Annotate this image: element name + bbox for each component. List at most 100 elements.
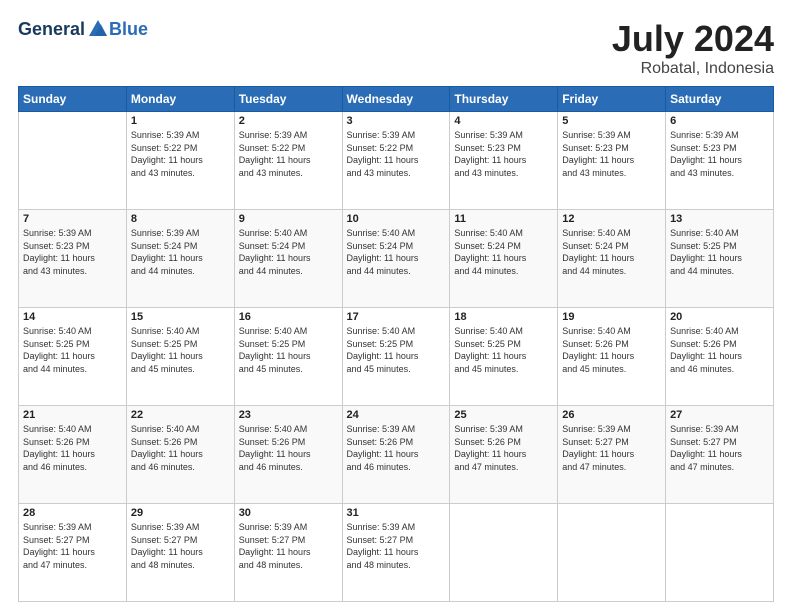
day-number: 3 <box>347 115 446 127</box>
cell-content: Sunrise: 5:40 AM Sunset: 5:25 PM Dayligh… <box>670 227 769 277</box>
day-number: 13 <box>670 213 769 225</box>
calendar-cell: 23 Sunrise: 5:40 AM Sunset: 5:26 PM Dayli… <box>234 406 342 504</box>
day-number: 15 <box>131 311 230 323</box>
cell-content: Sunrise: 5:39 AM Sunset: 5:24 PM Dayligh… <box>131 227 230 277</box>
calendar-cell: 26 Sunrise: 5:39 AM Sunset: 5:27 PM Dayli… <box>558 406 666 504</box>
logo-icon <box>87 18 109 40</box>
calendar-week-5: 28 Sunrise: 5:39 AM Sunset: 5:27 PM Dayli… <box>19 504 774 602</box>
day-number: 16 <box>239 311 338 323</box>
day-number: 27 <box>670 409 769 421</box>
calendar-cell: 29Sunrise: 5:39 AM Sunset: 5:27 PM Dayli… <box>126 504 234 602</box>
cell-content: Sunrise: 5:40 AM Sunset: 5:24 PM Dayligh… <box>454 227 553 277</box>
calendar-cell: 4 Sunrise: 5:39 AM Sunset: 5:23 PM Daylig… <box>450 112 558 210</box>
location: Robatal, Indonesia <box>612 60 774 78</box>
calendar-cell <box>558 504 666 602</box>
calendar-cell: 7 Sunrise: 5:39 AM Sunset: 5:23 PM Daylig… <box>19 210 127 308</box>
day-header-thursday: Thursday <box>450 87 558 112</box>
cell-content: Sunrise: 5:39 AM Sunset: 5:26 PM Dayligh… <box>454 423 553 473</box>
calendar-cell: 11Sunrise: 5:40 AM Sunset: 5:24 PM Dayli… <box>450 210 558 308</box>
day-number: 4 <box>454 115 553 127</box>
calendar-week-2: 7 Sunrise: 5:39 AM Sunset: 5:23 PM Daylig… <box>19 210 774 308</box>
cell-content: Sunrise: 5:39 AM Sunset: 5:23 PM Dayligh… <box>454 129 553 179</box>
day-number: 23 <box>239 409 338 421</box>
day-number: 8 <box>131 213 230 225</box>
calendar-cell <box>19 112 127 210</box>
day-number: 28 <box>23 507 122 519</box>
cell-content: Sunrise: 5:39 AM Sunset: 5:27 PM Dayligh… <box>23 521 122 571</box>
cell-content: Sunrise: 5:40 AM Sunset: 5:26 PM Dayligh… <box>23 423 122 473</box>
day-number: 12 <box>562 213 661 225</box>
day-header-monday: Monday <box>126 87 234 112</box>
calendar-cell: 28 Sunrise: 5:39 AM Sunset: 5:27 PM Dayli… <box>19 504 127 602</box>
calendar-cell: 30 Sunrise: 5:39 AM Sunset: 5:27 PM Dayli… <box>234 504 342 602</box>
calendar-cell: 19 Sunrise: 5:40 AM Sunset: 5:26 PM Dayli… <box>558 308 666 406</box>
page: General Blue July 2024 Robatal, Indonesi… <box>0 0 792 612</box>
cell-content: Sunrise: 5:40 AM Sunset: 5:25 PM Dayligh… <box>239 325 338 375</box>
calendar-cell: 17Sunrise: 5:40 AM Sunset: 5:25 PM Dayli… <box>342 308 450 406</box>
calendar-cell: 6 Sunrise: 5:39 AM Sunset: 5:23 PM Daylig… <box>666 112 774 210</box>
calendar-cell: 8 Sunrise: 5:39 AM Sunset: 5:24 PM Daylig… <box>126 210 234 308</box>
calendar-table: SundayMondayTuesdayWednesdayThursdayFrid… <box>18 86 774 602</box>
cell-content: Sunrise: 5:39 AM Sunset: 5:23 PM Dayligh… <box>670 129 769 179</box>
logo-general-text: General <box>18 19 85 40</box>
logo: General Blue <box>18 18 148 40</box>
calendar-cell: 24Sunrise: 5:39 AM Sunset: 5:26 PM Dayli… <box>342 406 450 504</box>
calendar-cell: 10 Sunrise: 5:40 AM Sunset: 5:24 PM Dayli… <box>342 210 450 308</box>
day-number: 17 <box>347 311 446 323</box>
calendar-cell: 5Sunrise: 5:39 AM Sunset: 5:23 PM Daylig… <box>558 112 666 210</box>
calendar-cell: 18 Sunrise: 5:40 AM Sunset: 5:25 PM Dayli… <box>450 308 558 406</box>
cell-content: Sunrise: 5:39 AM Sunset: 5:27 PM Dayligh… <box>131 521 230 571</box>
calendar-cell: 25Sunrise: 5:39 AM Sunset: 5:26 PM Dayli… <box>450 406 558 504</box>
cell-content: Sunrise: 5:40 AM Sunset: 5:24 PM Dayligh… <box>239 227 338 277</box>
cell-content: Sunrise: 5:39 AM Sunset: 5:22 PM Dayligh… <box>131 129 230 179</box>
cell-content: Sunrise: 5:40 AM Sunset: 5:25 PM Dayligh… <box>23 325 122 375</box>
day-number: 26 <box>562 409 661 421</box>
month-title: July 2024 <box>612 18 774 60</box>
calendar-header-row: SundayMondayTuesdayWednesdayThursdayFrid… <box>19 87 774 112</box>
day-number: 5 <box>562 115 661 127</box>
calendar-cell: 12 Sunrise: 5:40 AM Sunset: 5:24 PM Dayli… <box>558 210 666 308</box>
calendar-cell: 2 Sunrise: 5:39 AM Sunset: 5:22 PM Daylig… <box>234 112 342 210</box>
calendar-cell: 22Sunrise: 5:40 AM Sunset: 5:26 PM Dayli… <box>126 406 234 504</box>
day-number: 2 <box>239 115 338 127</box>
cell-content: Sunrise: 5:39 AM Sunset: 5:27 PM Dayligh… <box>562 423 661 473</box>
calendar-cell: 9 Sunrise: 5:40 AM Sunset: 5:24 PM Daylig… <box>234 210 342 308</box>
day-number: 22 <box>131 409 230 421</box>
calendar-week-1: 1Sunrise: 5:39 AM Sunset: 5:22 PM Daylig… <box>19 112 774 210</box>
calendar-cell: 15 Sunrise: 5:40 AM Sunset: 5:25 PM Dayli… <box>126 308 234 406</box>
day-header-tuesday: Tuesday <box>234 87 342 112</box>
day-number: 7 <box>23 213 122 225</box>
cell-content: Sunrise: 5:39 AM Sunset: 5:26 PM Dayligh… <box>347 423 446 473</box>
calendar-cell: 27 Sunrise: 5:39 AM Sunset: 5:27 PM Dayli… <box>666 406 774 504</box>
cell-content: Sunrise: 5:39 AM Sunset: 5:22 PM Dayligh… <box>239 129 338 179</box>
day-number: 20 <box>670 311 769 323</box>
cell-content: Sunrise: 5:39 AM Sunset: 5:27 PM Dayligh… <box>239 521 338 571</box>
cell-content: Sunrise: 5:40 AM Sunset: 5:25 PM Dayligh… <box>454 325 553 375</box>
calendar-cell: 13 Sunrise: 5:40 AM Sunset: 5:25 PM Dayli… <box>666 210 774 308</box>
calendar-cell: 31Sunrise: 5:39 AM Sunset: 5:27 PM Dayli… <box>342 504 450 602</box>
calendar-cell: 14 Sunrise: 5:40 AM Sunset: 5:25 PM Dayli… <box>19 308 127 406</box>
calendar-cell: 21 Sunrise: 5:40 AM Sunset: 5:26 PM Dayli… <box>19 406 127 504</box>
cell-content: Sunrise: 5:39 AM Sunset: 5:23 PM Dayligh… <box>23 227 122 277</box>
day-number: 18 <box>454 311 553 323</box>
day-number: 21 <box>23 409 122 421</box>
calendar-week-4: 21 Sunrise: 5:40 AM Sunset: 5:26 PM Dayli… <box>19 406 774 504</box>
cell-content: Sunrise: 5:40 AM Sunset: 5:24 PM Dayligh… <box>347 227 446 277</box>
day-number: 14 <box>23 311 122 323</box>
day-header-sunday: Sunday <box>19 87 127 112</box>
cell-content: Sunrise: 5:39 AM Sunset: 5:22 PM Dayligh… <box>347 129 446 179</box>
cell-content: Sunrise: 5:40 AM Sunset: 5:26 PM Dayligh… <box>562 325 661 375</box>
calendar-cell: 3 Sunrise: 5:39 AM Sunset: 5:22 PM Daylig… <box>342 112 450 210</box>
cell-content: Sunrise: 5:39 AM Sunset: 5:27 PM Dayligh… <box>670 423 769 473</box>
day-number: 30 <box>239 507 338 519</box>
day-number: 10 <box>347 213 446 225</box>
title-block: July 2024 Robatal, Indonesia <box>612 18 774 78</box>
cell-content: Sunrise: 5:40 AM Sunset: 5:24 PM Dayligh… <box>562 227 661 277</box>
day-number: 19 <box>562 311 661 323</box>
cell-content: Sunrise: 5:40 AM Sunset: 5:26 PM Dayligh… <box>239 423 338 473</box>
cell-content: Sunrise: 5:40 AM Sunset: 5:25 PM Dayligh… <box>131 325 230 375</box>
header: General Blue July 2024 Robatal, Indonesi… <box>18 18 774 78</box>
day-number: 6 <box>670 115 769 127</box>
calendar-cell: 1Sunrise: 5:39 AM Sunset: 5:22 PM Daylig… <box>126 112 234 210</box>
day-number: 9 <box>239 213 338 225</box>
